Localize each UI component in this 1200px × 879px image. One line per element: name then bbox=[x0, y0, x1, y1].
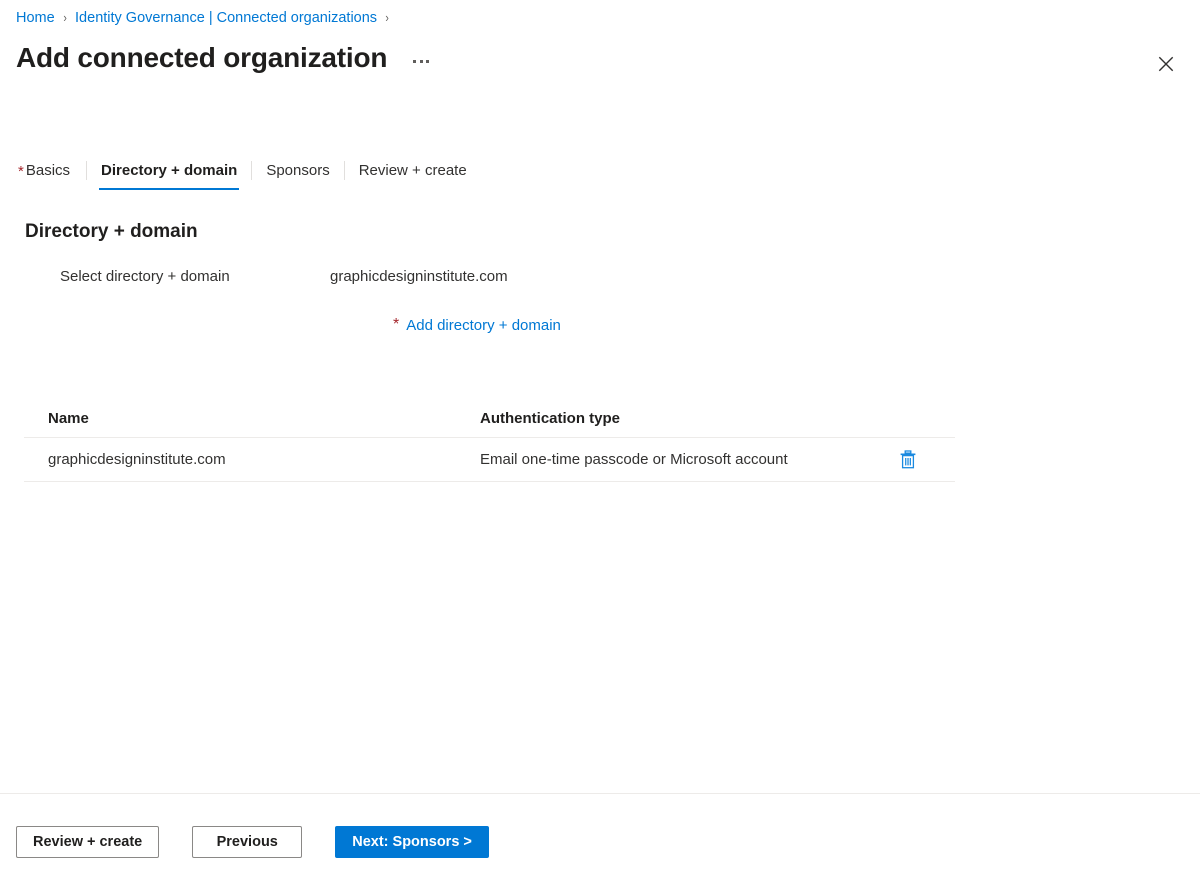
tab-basics-label: Basics bbox=[25, 161, 71, 179]
table-row[interactable]: graphicdesigninstitute.com Email one-tim… bbox=[24, 438, 955, 482]
tab-sponsors[interactable]: Sponsors bbox=[252, 154, 343, 186]
required-asterisk-add-directory: * bbox=[393, 316, 400, 333]
select-directory-domain-label: Select directory + domain bbox=[60, 268, 230, 285]
tab-review-create[interactable]: Review + create bbox=[345, 154, 481, 186]
page-title: Add connected organization bbox=[16, 42, 388, 73]
ellipsis-dot-3 bbox=[426, 59, 430, 63]
breadcrumb-item-home[interactable]: Home bbox=[16, 8, 55, 28]
close-icon[interactable] bbox=[1150, 48, 1182, 80]
cell-name: graphicdesigninstitute.com bbox=[48, 451, 226, 468]
directory-domain-table: Name Authentication type graphicdesignin… bbox=[24, 400, 955, 482]
ellipsis-dot-1 bbox=[413, 59, 417, 63]
column-header-authentication-type[interactable]: Authentication type bbox=[480, 410, 895, 427]
required-asterisk-basics: * bbox=[18, 162, 24, 180]
ellipsis-dot-2 bbox=[419, 59, 423, 63]
tab-sponsors-label: Sponsors bbox=[266, 161, 330, 179]
table-header-row: Name Authentication type bbox=[24, 400, 955, 438]
tab-directory-domain-label: Directory + domain bbox=[101, 161, 238, 179]
select-directory-domain-value: graphicdesigninstitute.com bbox=[330, 268, 508, 285]
add-directory-domain-row: * Add directory + domain bbox=[393, 315, 561, 337]
select-directory-domain-row: Select directory + domain graphicdesigni… bbox=[0, 266, 1200, 288]
tab-basics[interactable]: * Basics bbox=[16, 154, 86, 186]
breadcrumb-chevron-icon-2: › bbox=[385, 10, 389, 25]
tab-directory-domain[interactable]: Directory + domain bbox=[87, 154, 251, 190]
previous-button[interactable]: Previous bbox=[192, 826, 303, 858]
breadcrumb-chevron-icon: › bbox=[63, 10, 67, 25]
tab-review-create-label: Review + create bbox=[358, 161, 467, 179]
breadcrumb: Home › Identity Governance | Connected o… bbox=[16, 8, 397, 28]
footer-actions: Review + create Previous Next: Sponsors … bbox=[16, 826, 489, 858]
wizard-tabs: * Basics Directory + domain Sponsors Rev… bbox=[16, 154, 1200, 190]
section-heading: Directory + domain bbox=[25, 221, 198, 242]
more-actions-icon[interactable] bbox=[409, 56, 433, 67]
breadcrumb-item-identity-governance[interactable]: Identity Governance | Connected organiza… bbox=[75, 8, 377, 28]
add-directory-domain-link[interactable]: Add directory + domain bbox=[406, 315, 561, 337]
cell-actions bbox=[895, 447, 955, 473]
title-row: Add connected organization bbox=[16, 40, 433, 76]
column-header-name[interactable]: Name bbox=[24, 410, 480, 427]
cell-authentication-type: Email one-time passcode or Microsoft acc… bbox=[480, 451, 788, 468]
review-create-button[interactable]: Review + create bbox=[16, 826, 160, 858]
next-sponsors-button[interactable]: Next: Sponsors > bbox=[335, 826, 489, 858]
delete-icon[interactable] bbox=[895, 447, 921, 473]
footer-divider bbox=[0, 793, 1200, 794]
